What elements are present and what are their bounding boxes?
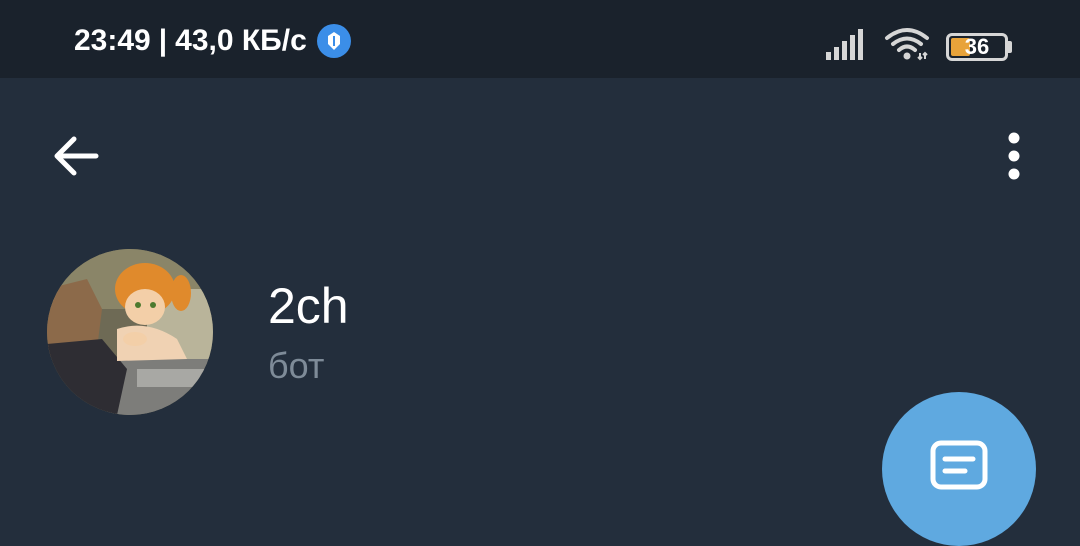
back-button[interactable] — [46, 126, 106, 186]
signal-icon — [826, 28, 868, 65]
battery-tip — [1008, 41, 1012, 53]
chat-subtitle: бот — [268, 345, 325, 386]
battery-level: 36 — [964, 34, 990, 59]
chat-title: 2ch — [268, 278, 349, 334]
status-left: 23:49 | 43,0 КБ/с — [74, 24, 351, 58]
message-icon — [929, 439, 989, 504]
avatar[interactable] — [47, 249, 213, 415]
battery-icon: 36 — [946, 33, 1012, 61]
status-time: 23:49 — [74, 24, 151, 57]
status-right: 36 — [826, 26, 1012, 66]
status-separator: | — [158, 24, 168, 57]
arrow-left-icon — [54, 136, 99, 176]
network-speed-icon — [316, 24, 351, 58]
status-network-speed: 43,0 КБ/с — [175, 24, 307, 57]
status-bar: 23:49 | 43,0 КБ/с 36 — [0, 0, 1080, 78]
send-message-button[interactable] — [882, 392, 1036, 546]
more-options-button[interactable] — [984, 126, 1044, 186]
wifi-icon — [884, 27, 930, 66]
avatar-illustration — [47, 249, 213, 415]
more-vertical-icon — [1008, 132, 1020, 180]
